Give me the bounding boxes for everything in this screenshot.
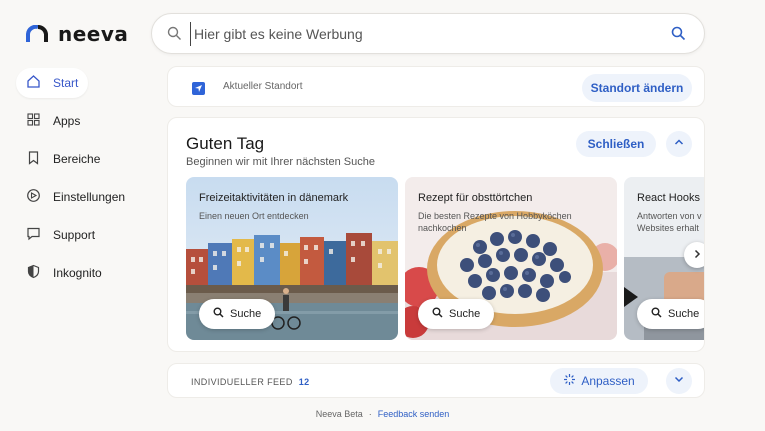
footer-beta: Neeva Beta bbox=[315, 409, 363, 419]
sidebar-item-label: Inkognito bbox=[53, 266, 102, 280]
chevron-down-icon bbox=[673, 372, 685, 390]
chat-icon bbox=[26, 226, 41, 244]
sidebar-item-bereiche[interactable]: Bereiche bbox=[16, 144, 156, 174]
brand-name: neeva bbox=[58, 22, 129, 46]
neeva-logo-icon bbox=[26, 24, 48, 43]
chevron-right-icon bbox=[692, 246, 702, 264]
tile-search-label: Suche bbox=[230, 308, 262, 320]
greeting-title: Guten Tag bbox=[186, 134, 265, 153]
tile-subtitle: Die besten Rezepte von Hobbyköchen nachk… bbox=[418, 211, 572, 233]
sidebar-nav: Start Apps Bereiche Einstellungen Suppor… bbox=[16, 68, 156, 296]
suggestion-tile-tart[interactable]: Rezept für obsttörtchen Die besten Rezep… bbox=[405, 177, 617, 340]
sidebar-item-label: Bereiche bbox=[53, 152, 101, 166]
tile-title: Rezept für obsttörtchen bbox=[418, 192, 533, 204]
sidebar-item-support[interactable]: Support bbox=[16, 220, 156, 250]
sidebar-item-inkognito[interactable]: Inkognito bbox=[16, 258, 156, 288]
location-card: Aktueller Standort Standort ändern bbox=[167, 66, 705, 107]
sidebar-item-start[interactable]: Start bbox=[16, 68, 88, 98]
tile-search-button[interactable]: Suche bbox=[637, 299, 704, 329]
neeva-logo[interactable]: neeva bbox=[26, 22, 128, 46]
search-input[interactable] bbox=[190, 22, 660, 46]
carousel-next-button[interactable] bbox=[684, 242, 704, 268]
search-bar bbox=[151, 13, 705, 54]
shield-icon bbox=[26, 264, 41, 282]
customize-label: Anpassen bbox=[581, 374, 635, 388]
footer-separator: · bbox=[368, 409, 372, 419]
greeting-subtitle: Beginnen wir mit Ihrer nächsten Suche bbox=[186, 156, 375, 168]
search-icon bbox=[432, 307, 443, 321]
tile-subtitle: Einen neuen Ort entdecken bbox=[199, 211, 309, 221]
sidebar-item-label: Einstellungen bbox=[53, 190, 126, 204]
current-location-label: Aktueller Standort bbox=[223, 81, 303, 92]
collapse-button[interactable] bbox=[666, 131, 692, 157]
sidebar-item-label: Support bbox=[53, 228, 96, 242]
tile-title: React Hooks bbox=[637, 192, 700, 204]
sidebar-item-label: Apps bbox=[53, 114, 81, 128]
home-icon bbox=[26, 74, 41, 92]
feed-card: INDIVIDUELLER FEED 12 Anpassen bbox=[167, 363, 705, 398]
customize-feed-button[interactable]: Anpassen bbox=[550, 368, 648, 394]
feed-count: 12 bbox=[298, 377, 310, 387]
tile-search-button[interactable]: Suche bbox=[418, 299, 495, 329]
bookmark-icon bbox=[26, 150, 41, 168]
search-submit-icon[interactable] bbox=[671, 26, 686, 46]
sidebar-item-einstellungen[interactable]: Einstellungen bbox=[16, 182, 156, 212]
tile-title: Freizeitaktivitäten in dänemark bbox=[199, 192, 349, 204]
location-arrow-icon bbox=[192, 82, 205, 95]
grid-icon bbox=[26, 112, 41, 130]
feedback-link[interactable]: Feedback senden bbox=[378, 409, 450, 419]
tile-search-button[interactable]: Suche bbox=[199, 299, 276, 329]
sidebar-item-label: Start bbox=[53, 76, 79, 90]
tile-search-label: Suche bbox=[668, 308, 700, 320]
sidebar-item-apps[interactable]: Apps bbox=[16, 106, 156, 136]
feed-expand-button[interactable] bbox=[666, 368, 692, 394]
settings-icon bbox=[26, 188, 41, 206]
search-icon bbox=[651, 307, 662, 321]
chevron-up-icon bbox=[673, 135, 685, 153]
tile-subtitle: Antworten von v Websites erhalt bbox=[637, 211, 702, 233]
feed-header: INDIVIDUELLER FEED 12 bbox=[191, 377, 310, 387]
suggestion-tile-denmark[interactable]: Freizeitaktivitäten in dänemark Einen ne… bbox=[186, 177, 398, 340]
sparkle-icon bbox=[563, 373, 576, 389]
greeting-card: Guten Tag Beginnen wir mit Ihrer nächste… bbox=[167, 117, 705, 352]
change-location-button[interactable]: Standort ändern bbox=[582, 74, 692, 102]
search-icon bbox=[167, 26, 182, 46]
feed-label: INDIVIDUELLER FEED bbox=[191, 377, 293, 387]
close-button[interactable]: Schließen bbox=[576, 131, 656, 157]
tile-search-label: Suche bbox=[449, 308, 481, 320]
footer: Neeva Beta · Feedback senden bbox=[0, 409, 765, 419]
search-icon bbox=[213, 307, 224, 321]
